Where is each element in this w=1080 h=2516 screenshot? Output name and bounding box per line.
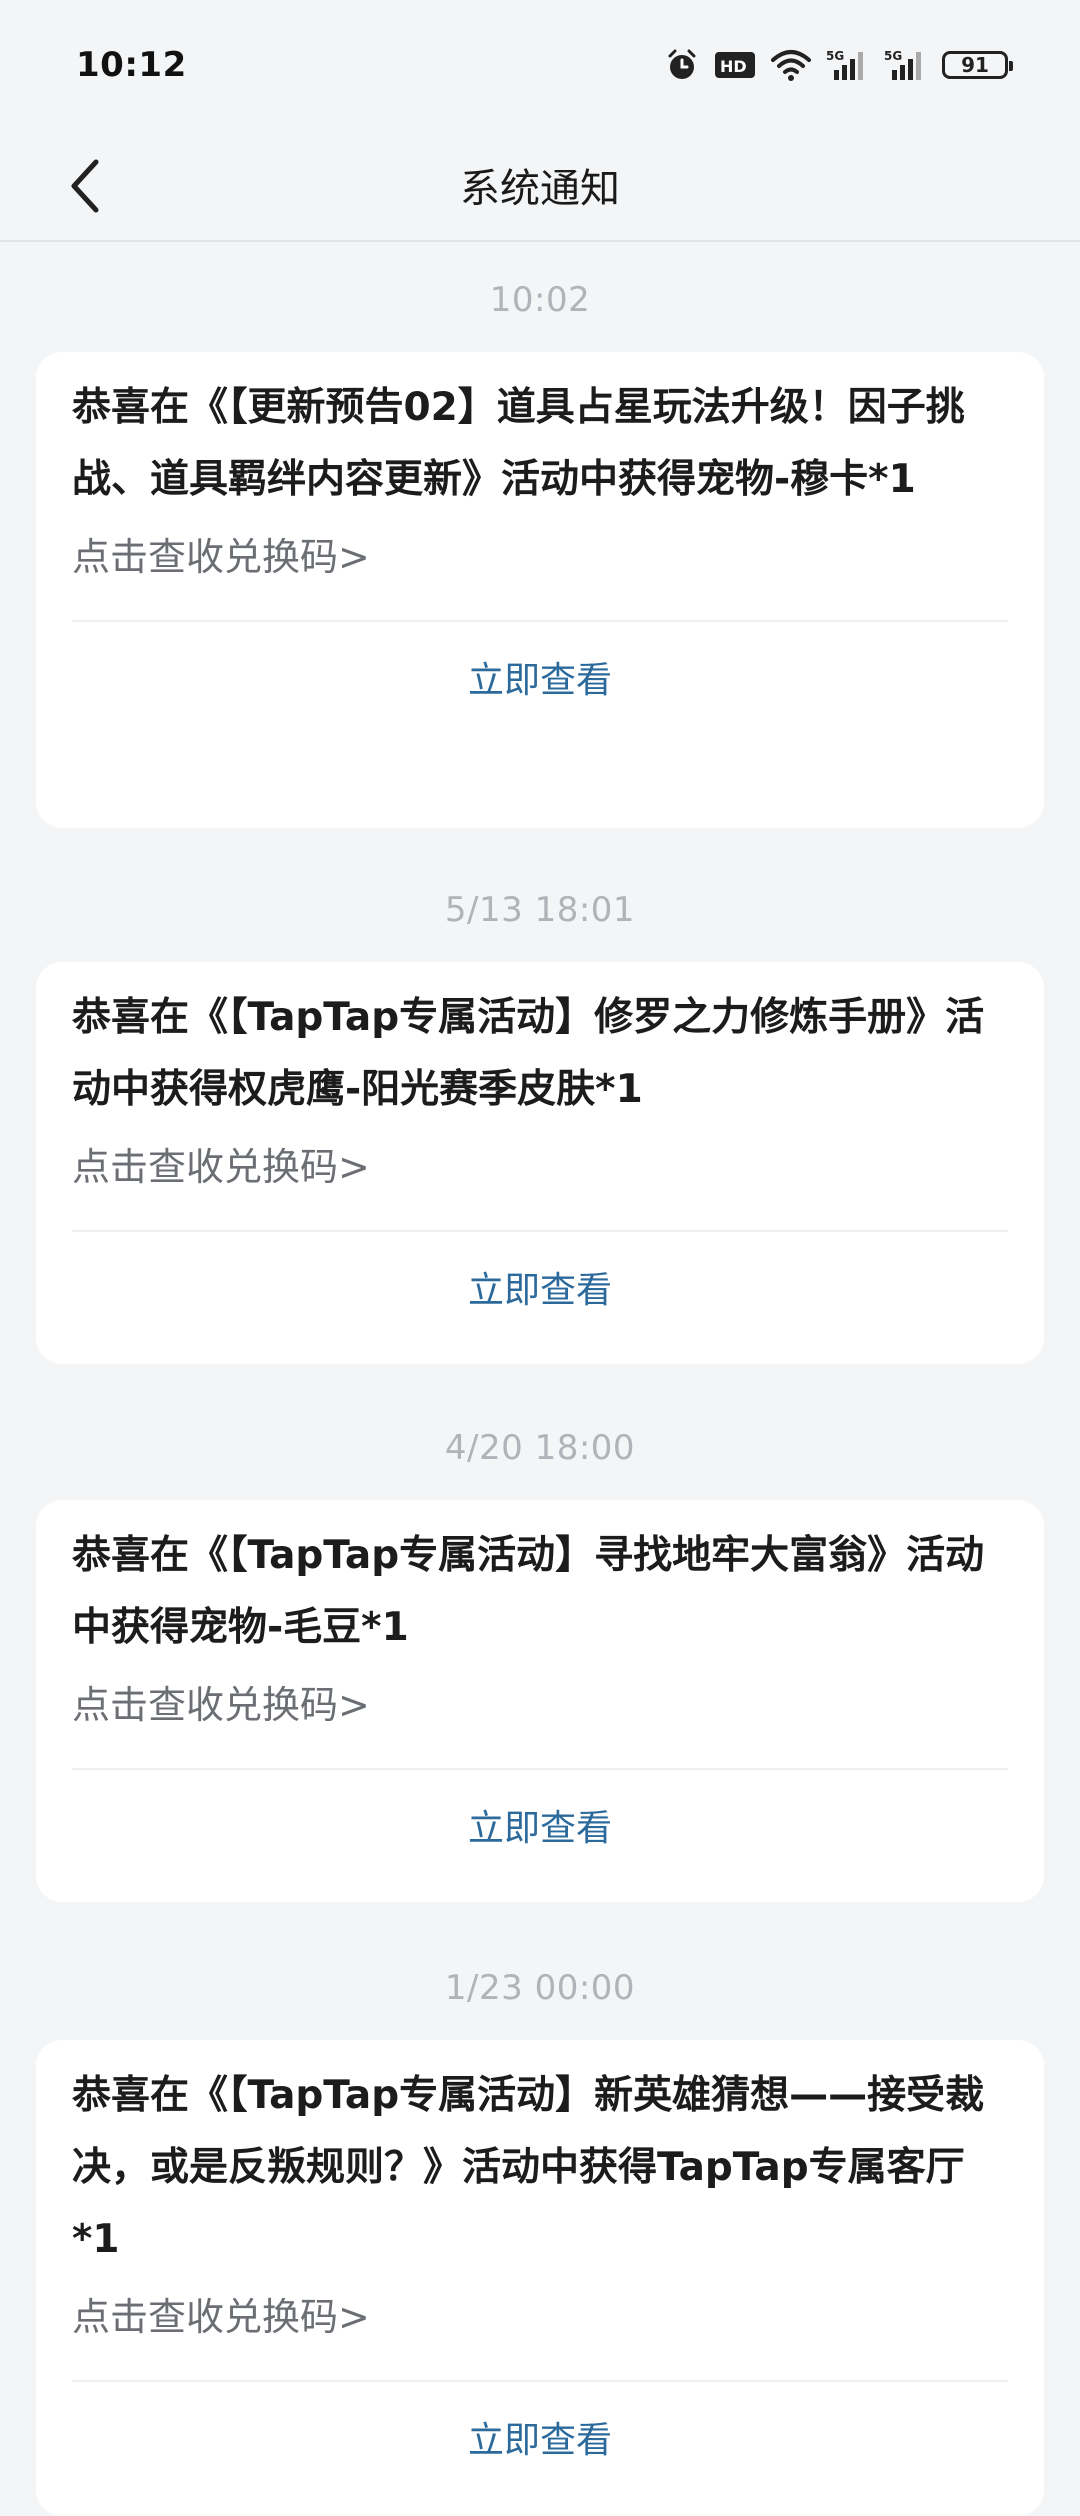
view-now-button[interactable]: 立即查看 — [72, 622, 1008, 732]
notification-message: 恭喜在《【TapTap专属活动】寻找地牢大富翁》活动中获得宠物-毛豆*1 — [72, 1533, 985, 1650]
view-now-button[interactable]: 立即查看 — [72, 1770, 1008, 1880]
notification-card: 恭喜在《【TapTap专属活动】修罗之力修炼手册》活动中获得权虎鹰-阳光赛季皮肤… — [36, 962, 1044, 1364]
status-time: 10:12 — [76, 45, 187, 85]
notification-card: 恭喜在《【TapTap专属活动】新英雄猜想——接受裁决，或是反叛规则？》活动中获… — [36, 2040, 1044, 2516]
notification-card: 恭喜在《【更新预告02】道具占星玩法升级！因子挑战、道具羁绊内容更新》活动中获得… — [36, 352, 1044, 828]
status-bar: 10:12 HD 5G 5G 91 — [0, 0, 1080, 130]
svg-text:5G: 5G — [884, 49, 902, 63]
redeem-code-link[interactable]: 点击查收兑换码> — [72, 522, 1008, 592]
5g-signal-icon-2: 5G — [884, 48, 928, 82]
hd-icon: HD — [714, 50, 756, 80]
back-button[interactable] — [46, 148, 122, 224]
notification-message: 恭喜在《【更新预告02】道具占星玩法升级！因子挑战、道具羁绊内容更新》活动中获得… — [72, 385, 965, 502]
redeem-code-link[interactable]: 点击查收兑换码> — [72, 1670, 1008, 1740]
view-now-button[interactable]: 立即查看 — [72, 1232, 1008, 1342]
notification-card: 恭喜在《【TapTap专属活动】寻找地牢大富翁》活动中获得宠物-毛豆*1 点击查… — [36, 1500, 1044, 1902]
svg-text:HD: HD — [720, 57, 747, 76]
alarm-icon — [664, 47, 700, 83]
redeem-code-link[interactable]: 点击查收兑换码> — [72, 1132, 1008, 1202]
chevron-left-icon — [71, 159, 99, 213]
status-icons: HD 5G 5G 91 — [664, 47, 1013, 83]
wifi-icon — [770, 48, 812, 82]
redeem-code-link[interactable]: 点击查收兑换码> — [72, 2282, 1008, 2352]
notification-message: 恭喜在《【TapTap专属活动】修罗之力修炼手册》活动中获得权虎鹰-阳光赛季皮肤… — [72, 995, 985, 1112]
5g-signal-icon: 5G — [826, 48, 870, 82]
notification-message: 恭喜在《【TapTap专属活动】新英雄猜想——接受裁决，或是反叛规则？》活动中获… — [72, 2073, 985, 2262]
battery-icon: 91 — [942, 51, 1013, 79]
nav-bar: 系统通知 — [0, 130, 1080, 242]
page-title: 系统通知 — [460, 166, 620, 212]
view-now-button[interactable]: 立即查看 — [72, 2382, 1008, 2492]
svg-text:5G: 5G — [826, 49, 844, 63]
